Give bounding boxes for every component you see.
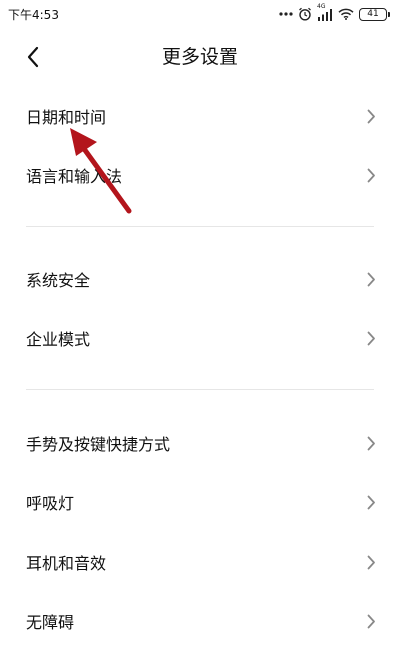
chevron-right-icon: [367, 614, 375, 628]
chevron-right-icon: [367, 331, 375, 345]
settings-item-breathing-light[interactable]: 呼吸灯: [0, 473, 400, 531]
chevron-right-icon: [367, 555, 375, 569]
battery-icon: 41: [359, 7, 390, 21]
settings-item-label: 企业模式: [26, 330, 91, 349]
network-label: 4G: [317, 2, 326, 10]
wifi-icon: [338, 8, 354, 20]
alarm-icon: [299, 7, 311, 21]
battery-level: 41: [359, 7, 387, 21]
settings-item-label: 无障碍: [26, 613, 75, 632]
back-button[interactable]: [18, 42, 48, 72]
settings-item-accessibility[interactable]: 无障碍: [0, 592, 400, 650]
settings-item-language-input[interactable]: 语言和输入法: [0, 146, 400, 204]
status-bar: 下午4:53 4G 41: [0, 0, 400, 28]
settings-item-label: 呼吸灯: [26, 494, 75, 513]
more-dots-icon: [279, 12, 293, 16]
settings-item-label: 手势及按键快捷方式: [26, 435, 171, 454]
section-divider: [26, 226, 374, 227]
signal-indicator: 4G: [317, 3, 333, 21]
page-title: 更多设置: [161, 46, 238, 68]
section-divider: [26, 389, 374, 390]
settings-item-headphones-audio[interactable]: 耳机和音效: [0, 533, 400, 591]
settings-item-date-time[interactable]: 日期和时间: [0, 87, 400, 145]
header: 更多设置: [0, 28, 400, 86]
chevron-right-icon: [367, 436, 375, 450]
settings-item-system-security[interactable]: 系统安全: [0, 250, 400, 308]
chevron-right-icon: [367, 168, 375, 182]
chevron-right-icon: [367, 272, 375, 286]
settings-item-label: 语言和输入法: [26, 167, 123, 186]
status-icons: 4G 41: [279, 3, 390, 21]
settings-item-label: 日期和时间: [26, 108, 107, 127]
battery-cap: [388, 11, 390, 17]
chevron-right-icon: [367, 109, 375, 123]
settings-item-enterprise-mode[interactable]: 企业模式: [0, 309, 400, 367]
chevron-left-icon: [27, 46, 39, 68]
settings-item-gestures-shortcuts[interactable]: 手势及按键快捷方式: [0, 414, 400, 472]
settings-item-label: 耳机和音效: [26, 554, 107, 573]
status-time: 下午4:53: [8, 7, 59, 22]
settings-item-label: 系统安全: [26, 271, 91, 290]
chevron-right-icon: [367, 495, 375, 509]
